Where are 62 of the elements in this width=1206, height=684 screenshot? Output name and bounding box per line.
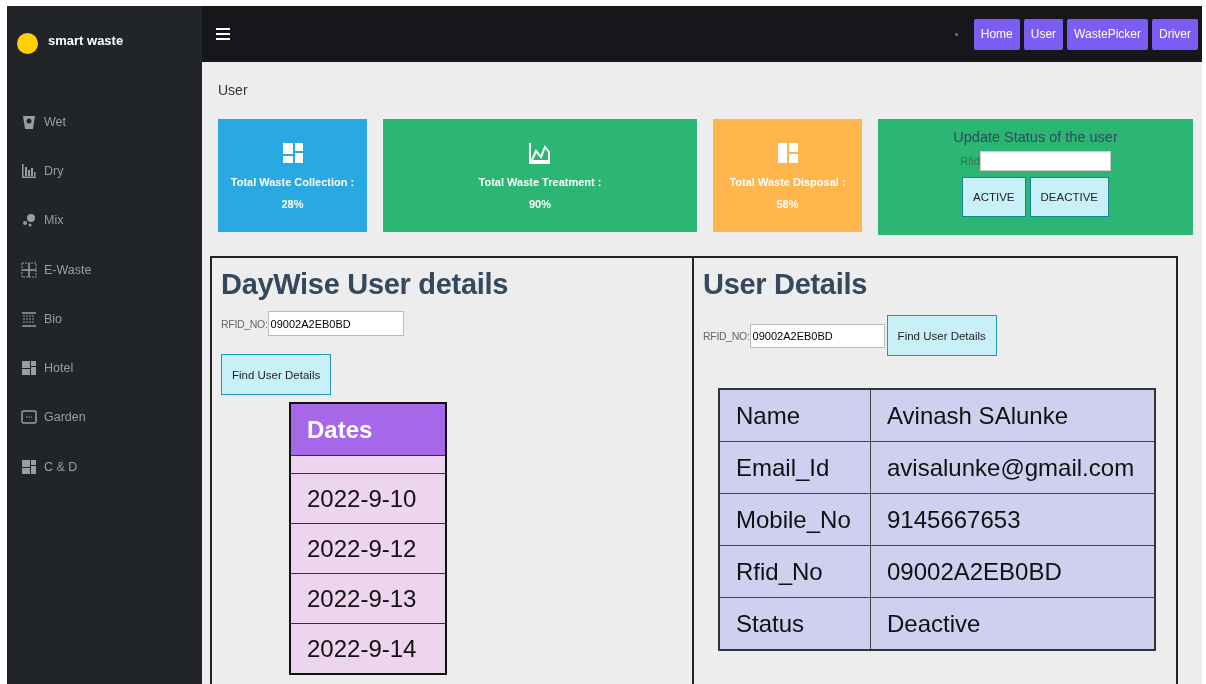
table-cell: 2022-9-12 xyxy=(290,523,446,574)
sidebar-item[interactable]: Mix xyxy=(7,195,202,245)
nav-button[interactable]: WastePicker xyxy=(1067,18,1148,50)
bin-icon xyxy=(21,113,37,130)
table-cell: 09002A2EB0BD xyxy=(870,545,1155,598)
rfid-input-field[interactable] xyxy=(979,151,1111,171)
find-button[interactable]: Find User Details xyxy=(221,354,332,395)
dot-icon xyxy=(954,32,958,36)
table-cell: avisalunke@gmail.com xyxy=(870,441,1155,494)
sidebar-item[interactable]: Wet xyxy=(7,97,202,147)
field-label: Rfid xyxy=(960,155,980,167)
table-cell: Mobile_No xyxy=(719,493,871,546)
nav-button[interactable]: Driver xyxy=(1152,18,1198,50)
menu-icon[interactable] xyxy=(216,28,230,40)
field-label: RFID_NO: xyxy=(221,317,268,330)
table-cell: 2022-9-13 xyxy=(290,573,446,624)
table-cell: Deactive xyxy=(870,597,1155,650)
sidebar-item[interactable]: Garden xyxy=(7,392,202,443)
columns-icon xyxy=(776,141,799,164)
table-cell: Email_Id xyxy=(719,441,871,494)
stat-value: 58% xyxy=(776,197,799,210)
nav-button[interactable]: Home xyxy=(973,18,1020,50)
sidebar-item[interactable]: Dry xyxy=(7,146,202,196)
table-cell: 2022-9-14 xyxy=(290,623,446,674)
bar-chart-icon xyxy=(21,162,37,179)
logo-icon xyxy=(17,32,38,54)
status-title: Update Status of the user xyxy=(953,129,1118,145)
table-cell: Status xyxy=(719,597,871,650)
status-button[interactable]: DEACTIVE xyxy=(1029,177,1110,217)
panel-title: User Details xyxy=(703,268,869,301)
dots-icon xyxy=(21,212,37,229)
tiles-icon xyxy=(21,360,37,377)
tiles-icon xyxy=(281,141,304,164)
list-icon xyxy=(21,310,37,327)
sidebar-item[interactable]: Hotel xyxy=(7,343,202,393)
field-label: RFID_NO: xyxy=(703,329,750,342)
grid-icon xyxy=(21,261,37,278)
stat-label: Total Waste Treatment : xyxy=(478,175,602,188)
table-cell: Avinash SAlunke xyxy=(870,389,1155,442)
line-chart-icon xyxy=(529,141,551,164)
sidebar-item[interactable]: C & D xyxy=(7,442,202,492)
status-button[interactable]: ACTIVE xyxy=(961,177,1026,217)
table-cell: 9145667653 xyxy=(870,493,1155,546)
tiles-icon xyxy=(21,458,37,475)
sidebar-item[interactable]: Bio xyxy=(7,294,202,344)
brand-name: smart waste xyxy=(48,32,124,48)
stat-label: Total Waste Collection : xyxy=(230,175,355,188)
rfid-input-field[interactable]: 09002A2EB0BD xyxy=(267,311,404,336)
stat-value: 90% xyxy=(529,197,551,210)
rfid-input-field[interactable]: 09002A2EB0BD xyxy=(749,323,885,348)
stat-value: 28% xyxy=(281,197,304,210)
panel-title: DayWise User details xyxy=(221,268,510,301)
table-cell: Rfid_No xyxy=(719,545,871,598)
table-header: Dates xyxy=(290,403,446,456)
window-icon xyxy=(21,409,37,426)
find-button[interactable]: Find User Details xyxy=(886,315,997,356)
table-cell: 2022-9-10 xyxy=(290,473,446,524)
table-cell: Name xyxy=(719,389,871,442)
sidebar-item[interactable]: E-Waste xyxy=(7,244,202,295)
page-title: User xyxy=(217,82,249,100)
nav-button[interactable]: User xyxy=(1023,18,1064,50)
stat-label: Total Waste Disposal : xyxy=(729,175,846,188)
